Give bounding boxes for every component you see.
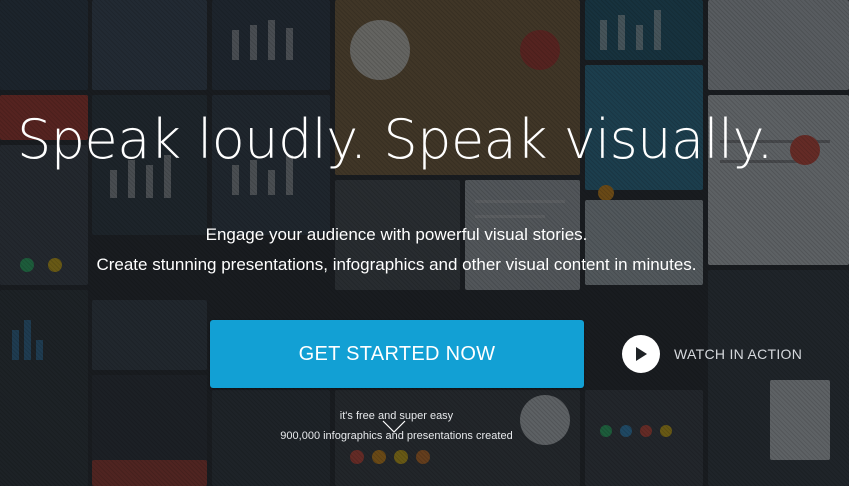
play-icon[interactable] xyxy=(622,335,660,373)
hero-subtitle-line-1: Engage your audience with powerful visua… xyxy=(205,225,588,244)
get-started-button[interactable]: GET STARTED NOW xyxy=(210,320,584,388)
hero-subtitle-line-2: Create stunning presentations, infograph… xyxy=(96,255,697,274)
watch-in-action-link[interactable]: WATCH IN ACTION xyxy=(622,334,802,374)
hero-headline: Speak loudly. Speak visually. xyxy=(16,108,774,171)
hero-section: Speak loudly. Speak visually. Engage you… xyxy=(0,0,849,486)
infographics-count: 900,000 infographics and presentations c… xyxy=(280,430,513,442)
watch-in-action-label[interactable]: WATCH IN ACTION xyxy=(674,346,802,362)
